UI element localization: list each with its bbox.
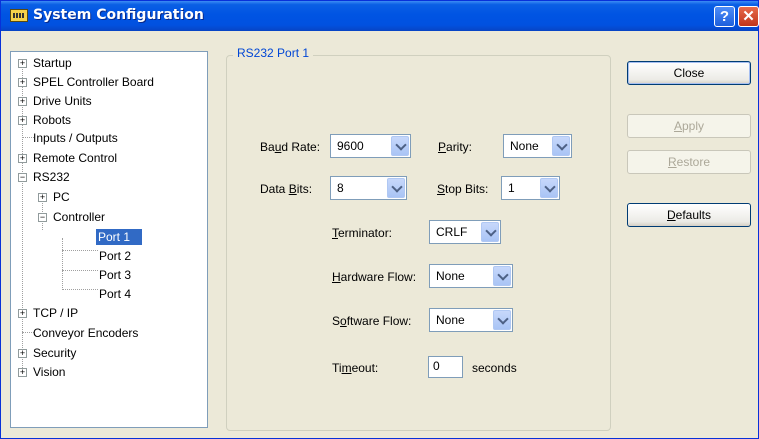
tree-item-label: TCP / IP bbox=[33, 306, 79, 320]
data-bits-value: 8 bbox=[337, 181, 344, 195]
stop-bits-value: 1 bbox=[508, 181, 515, 195]
expand-icon[interactable]: + bbox=[18, 116, 27, 125]
title-bar[interactable]: System Configuration ? ✕ bbox=[1, 1, 759, 31]
tree-item-label: Controller bbox=[53, 210, 106, 224]
tree-item-label: Robots bbox=[33, 113, 72, 127]
expand-icon[interactable]: + bbox=[38, 193, 47, 202]
tree-item-label: Inputs / Outputs bbox=[33, 131, 118, 145]
tree-item-label: SPEL Controller Board bbox=[33, 75, 154, 89]
collapse-icon[interactable]: − bbox=[38, 213, 47, 222]
dropdown-arrow-icon[interactable] bbox=[493, 310, 511, 330]
tree-item-label: Conveyor Encoders bbox=[33, 326, 139, 340]
expand-icon[interactable]: + bbox=[18, 309, 27, 318]
stop-bits-label: Stop Bits: bbox=[437, 182, 489, 196]
tree-item-label: PC bbox=[53, 190, 70, 204]
expand-icon[interactable]: + bbox=[18, 154, 27, 163]
tree-item-label: Drive Units bbox=[33, 94, 92, 108]
window-close-button[interactable]: ✕ bbox=[738, 6, 759, 27]
dropdown-arrow-icon[interactable] bbox=[391, 136, 409, 156]
defaults-button[interactable]: Defaults bbox=[627, 203, 751, 227]
terminator-value: CRLF bbox=[436, 225, 468, 239]
timeout-unit: seconds bbox=[472, 361, 517, 375]
expand-icon[interactable]: + bbox=[18, 78, 27, 87]
dropdown-arrow-icon[interactable] bbox=[493, 266, 511, 286]
expand-icon[interactable]: + bbox=[18, 368, 27, 377]
controller-app-icon bbox=[10, 9, 28, 22]
dropdown-arrow-icon[interactable] bbox=[552, 136, 570, 156]
data-bits-select[interactable]: 8 bbox=[330, 176, 407, 200]
dropdown-arrow-icon[interactable] bbox=[481, 222, 499, 242]
restore-button[interactable]: Restore bbox=[627, 150, 751, 174]
help-button[interactable]: ? bbox=[714, 6, 735, 27]
timeout-input[interactable]: 0 bbox=[428, 356, 463, 378]
config-tree[interactable]: + Startup + SPEL Controller Board + Driv… bbox=[10, 51, 208, 428]
dropdown-arrow-icon[interactable] bbox=[540, 178, 558, 198]
tree-item-label: Remote Control bbox=[33, 151, 118, 165]
software-flow-select[interactable]: None bbox=[429, 308, 513, 332]
baud-rate-value: 9600 bbox=[337, 139, 364, 153]
hardware-flow-label: Hardware Flow: bbox=[332, 270, 417, 284]
window-title: System Configuration bbox=[33, 7, 204, 23]
collapse-icon[interactable]: − bbox=[18, 173, 27, 182]
hardware-flow-select[interactable]: None bbox=[429, 264, 513, 288]
data-bits-label: Data Bits: bbox=[260, 182, 313, 196]
baud-rate-select[interactable]: 9600 bbox=[330, 134, 411, 158]
tree-item-label: Port 3 bbox=[99, 268, 132, 282]
tree-item-label: Port 1 bbox=[96, 229, 142, 245]
tree-item-label: Startup bbox=[33, 56, 72, 70]
parity-value: None bbox=[510, 139, 539, 153]
expand-icon[interactable]: + bbox=[18, 59, 27, 68]
tree-item-label: Vision bbox=[33, 365, 66, 379]
hardware-flow-value: None bbox=[436, 269, 465, 283]
software-flow-label: Software Flow: bbox=[332, 314, 412, 328]
tree-item-label: Port 2 bbox=[99, 249, 132, 263]
expand-icon[interactable]: + bbox=[18, 97, 27, 106]
stop-bits-select[interactable]: 1 bbox=[501, 176, 560, 200]
terminator-label: Terminator: bbox=[332, 226, 393, 240]
parity-label: Parity: bbox=[438, 140, 473, 154]
tree-item-label: Port 4 bbox=[99, 287, 132, 301]
group-title: RS232 Port 1 bbox=[233, 46, 314, 60]
tree-item-label: RS232 bbox=[33, 170, 70, 184]
timeout-label: Timeout: bbox=[332, 361, 379, 375]
tree-item-label: Security bbox=[33, 346, 77, 360]
parity-select[interactable]: None bbox=[503, 134, 572, 158]
rs232-port-groupbox bbox=[226, 55, 611, 431]
apply-button[interactable]: Apply bbox=[627, 114, 751, 138]
system-configuration-window: System Configuration ? ✕ + Startup + SPE… bbox=[0, 0, 759, 439]
software-flow-value: None bbox=[436, 313, 465, 327]
baud-rate-label: Baud Rate: bbox=[260, 140, 321, 154]
dropdown-arrow-icon[interactable] bbox=[387, 178, 405, 198]
terminator-select[interactable]: CRLF bbox=[429, 220, 501, 244]
close-button[interactable]: Close bbox=[627, 61, 751, 85]
expand-icon[interactable]: + bbox=[18, 349, 27, 358]
